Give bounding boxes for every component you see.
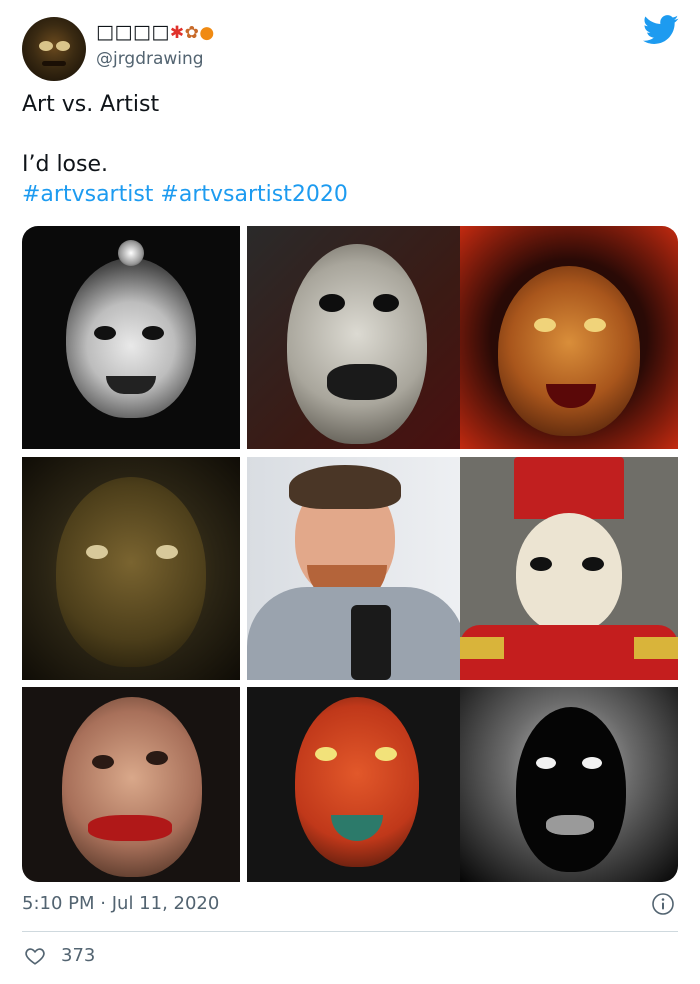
- divider: [22, 931, 678, 932]
- info-icon[interactable]: [651, 892, 675, 916]
- media-image[interactable]: [247, 687, 465, 882]
- media-image[interactable]: [22, 687, 240, 882]
- jack-o-lantern-icon: ●: [199, 23, 214, 43]
- maple-leaf-icon: ✱: [170, 23, 185, 43]
- tweet-text: Art vs. Artist I’d lose. #artvsartist #a…: [22, 90, 682, 210]
- media-image[interactable]: [22, 457, 240, 680]
- hashtag-link[interactable]: #artvsartist: [22, 182, 153, 207]
- heart-icon[interactable]: [24, 945, 46, 967]
- tweet-timestamp[interactable]: 5:10 PM · Jul 11, 2020: [22, 893, 219, 914]
- twitter-logo-icon[interactable]: [643, 15, 679, 45]
- media-image[interactable]: [460, 457, 678, 680]
- media-image[interactable]: [247, 457, 465, 680]
- author-handle[interactable]: @jrgdrawing: [96, 49, 204, 69]
- fallen-leaves-icon: ✿: [185, 23, 200, 43]
- media-image[interactable]: [247, 226, 465, 449]
- media-image[interactable]: [460, 226, 678, 449]
- like-count: 373: [61, 945, 95, 966]
- media-image[interactable]: [460, 687, 678, 882]
- tweet-line-3: I’d lose.: [22, 150, 682, 180]
- tweet-line-1: Art vs. Artist: [22, 90, 682, 120]
- author-avatar[interactable]: [22, 17, 86, 81]
- author-display-name[interactable]: □□□□✱✿●: [96, 21, 215, 43]
- media-grid: [22, 226, 678, 882]
- media-image[interactable]: [22, 226, 240, 449]
- tweet-line-2: [22, 120, 682, 150]
- hashtag-link[interactable]: #artvsartist2020: [160, 182, 347, 207]
- tweet-hashtags: #artvsartist #artvsartist2020: [22, 180, 682, 210]
